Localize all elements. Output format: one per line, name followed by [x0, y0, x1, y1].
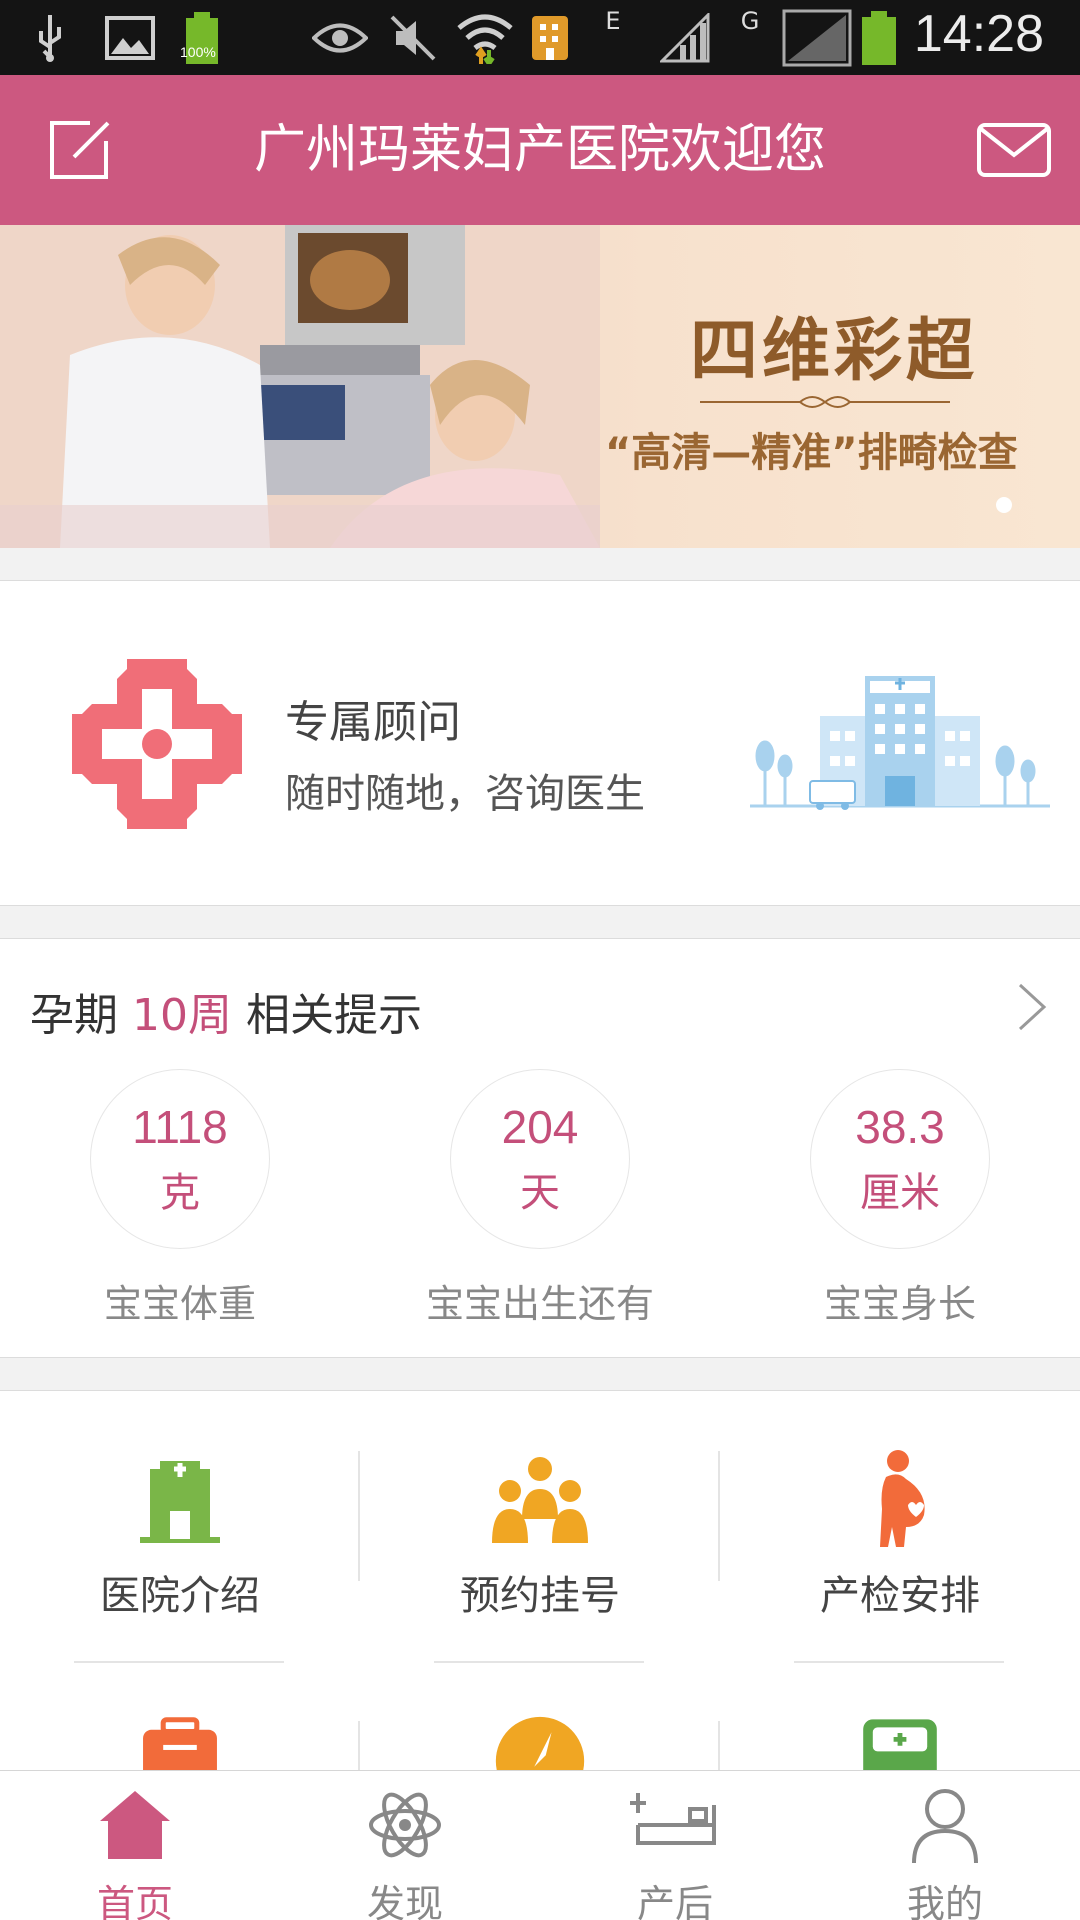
status-bar: 100% E G 14:28	[0, 0, 1080, 75]
bottom-nav: 首页 发现 产后 我的	[0, 1770, 1080, 1920]
medical-kit-icon	[143, 1717, 217, 1771]
stat-length: 38.3 厘米 宝宝身长	[750, 1069, 1050, 1328]
battery-small-icon: 100%	[180, 10, 222, 66]
banner-ornament	[700, 396, 950, 408]
stat-unit: 天	[520, 1170, 560, 1216]
grid-divider	[434, 1661, 644, 1663]
mute-icon	[388, 10, 438, 66]
pregnancy-suffix: 相关提示	[246, 990, 422, 1041]
grid-divider	[74, 1661, 284, 1663]
mail-icon	[977, 123, 1051, 177]
stat-circle: 1118 克	[90, 1069, 270, 1249]
bed-icon	[630, 1793, 716, 1845]
hospital-icon	[140, 1461, 220, 1543]
image-icon	[105, 10, 155, 66]
grid-divider	[358, 1451, 360, 1581]
stat-circle: 204 天	[450, 1069, 630, 1249]
stat-days-left: 204 天 宝宝出生还有	[390, 1069, 690, 1328]
first-aid-icon	[863, 1719, 937, 1771]
grid-item-row2-second[interactable]	[420, 1713, 660, 1771]
stat-value: 204	[501, 1101, 579, 1153]
stat-value: 38.3	[855, 1101, 945, 1153]
app-header: 广州玛莱妇产医院欢迎您	[0, 75, 1080, 225]
stat-label: 宝宝出生还有	[425, 1282, 654, 1326]
nav-label: 我的	[906, 1882, 983, 1920]
grid-divider	[794, 1661, 1004, 1663]
grid-item-appointment[interactable]: 预约挂号	[420, 1449, 660, 1621]
stat-label: 宝宝体重	[103, 1282, 256, 1326]
feature-grid: 医院介绍 预约挂号 产检安排	[0, 1390, 1080, 1771]
signal-box-icon	[782, 9, 852, 67]
stat-unit: 厘米	[860, 1170, 940, 1216]
pregnancy-prefix: 孕期	[30, 990, 118, 1041]
grid-divider	[358, 1721, 360, 1771]
consultant-card[interactable]: 专属顾问 随时随地，咨询医生	[0, 580, 1080, 906]
hospital-building-illustration	[750, 676, 1050, 810]
compass-icon	[495, 1716, 585, 1771]
grid-divider	[718, 1721, 720, 1771]
pregnant-woman-icon	[880, 1450, 925, 1547]
banner-subtitle: “高清—精准”排畸检查	[605, 430, 1018, 476]
grid-item-label: 医院介绍	[100, 1573, 260, 1619]
pregnancy-header[interactable]: 孕期 10周 相关提示	[30, 979, 422, 1043]
nav-postpartum[interactable]: 产后	[540, 1771, 810, 1920]
battery-icon	[858, 10, 900, 66]
grid-item-row2-first[interactable]	[60, 1713, 300, 1771]
user-icon	[912, 1789, 978, 1864]
eye-icon	[312, 10, 368, 66]
usb-icon	[30, 10, 70, 66]
chevron-right-icon[interactable]	[1012, 977, 1052, 1037]
stat-weight: 1118 克 宝宝体重	[30, 1069, 330, 1328]
battery-percent-text: 100%	[180, 44, 216, 60]
building-notification-icon	[530, 10, 570, 66]
network-e-label: E	[605, 7, 621, 35]
promo-banner[interactable]: 四维彩超 “高清—精准”排畸检查	[0, 225, 1080, 548]
stat-unit: 克	[160, 1170, 200, 1216]
people-icon	[492, 1457, 588, 1543]
grid-divider	[718, 1451, 720, 1581]
pregnancy-weeks: 10周	[132, 990, 232, 1041]
grid-item-prenatal-schedule[interactable]: 产检安排	[780, 1449, 1020, 1621]
signal-icon	[660, 10, 710, 66]
grid-item-label: 产检安排	[820, 1573, 980, 1619]
nav-label: 首页	[96, 1882, 173, 1920]
grid-item-row2-third[interactable]	[780, 1713, 1020, 1771]
network-g-label: G	[740, 7, 760, 35]
page-title: 广州玛莱妇产医院欢迎您	[253, 120, 826, 180]
grid-item-label: 预约挂号	[460, 1573, 620, 1619]
home-icon	[100, 1791, 170, 1859]
stat-label: 宝宝身长	[823, 1282, 976, 1326]
banner-title: 四维彩超	[690, 312, 979, 391]
nav-home[interactable]: 首页	[0, 1771, 270, 1920]
consultant-title: 专属顾问	[285, 697, 461, 748]
consultant-subtitle: 随时随地，咨询医生	[285, 771, 645, 817]
banner-photo	[0, 225, 600, 548]
clock: 14:28	[913, 5, 1044, 63]
carousel-indicator	[996, 497, 1012, 513]
atom-icon	[369, 1792, 441, 1858]
nav-label: 发现	[366, 1882, 443, 1920]
medical-cross-icon	[72, 659, 242, 829]
nav-label: 产后	[636, 1882, 713, 1920]
pregnancy-tips-card: 孕期 10周 相关提示 1118 克 宝宝体重 204 天 宝宝出生还有 38.…	[0, 938, 1080, 1358]
nav-profile[interactable]: 我的	[810, 1771, 1080, 1920]
grid-item-hospital-intro[interactable]: 医院介绍	[60, 1449, 300, 1621]
messages-button[interactable]	[976, 117, 1052, 183]
stat-value: 1118	[132, 1101, 228, 1153]
nav-discover[interactable]: 发现	[270, 1771, 540, 1920]
wifi-icon	[455, 10, 515, 66]
stat-circle: 38.3 厘米	[810, 1069, 990, 1249]
